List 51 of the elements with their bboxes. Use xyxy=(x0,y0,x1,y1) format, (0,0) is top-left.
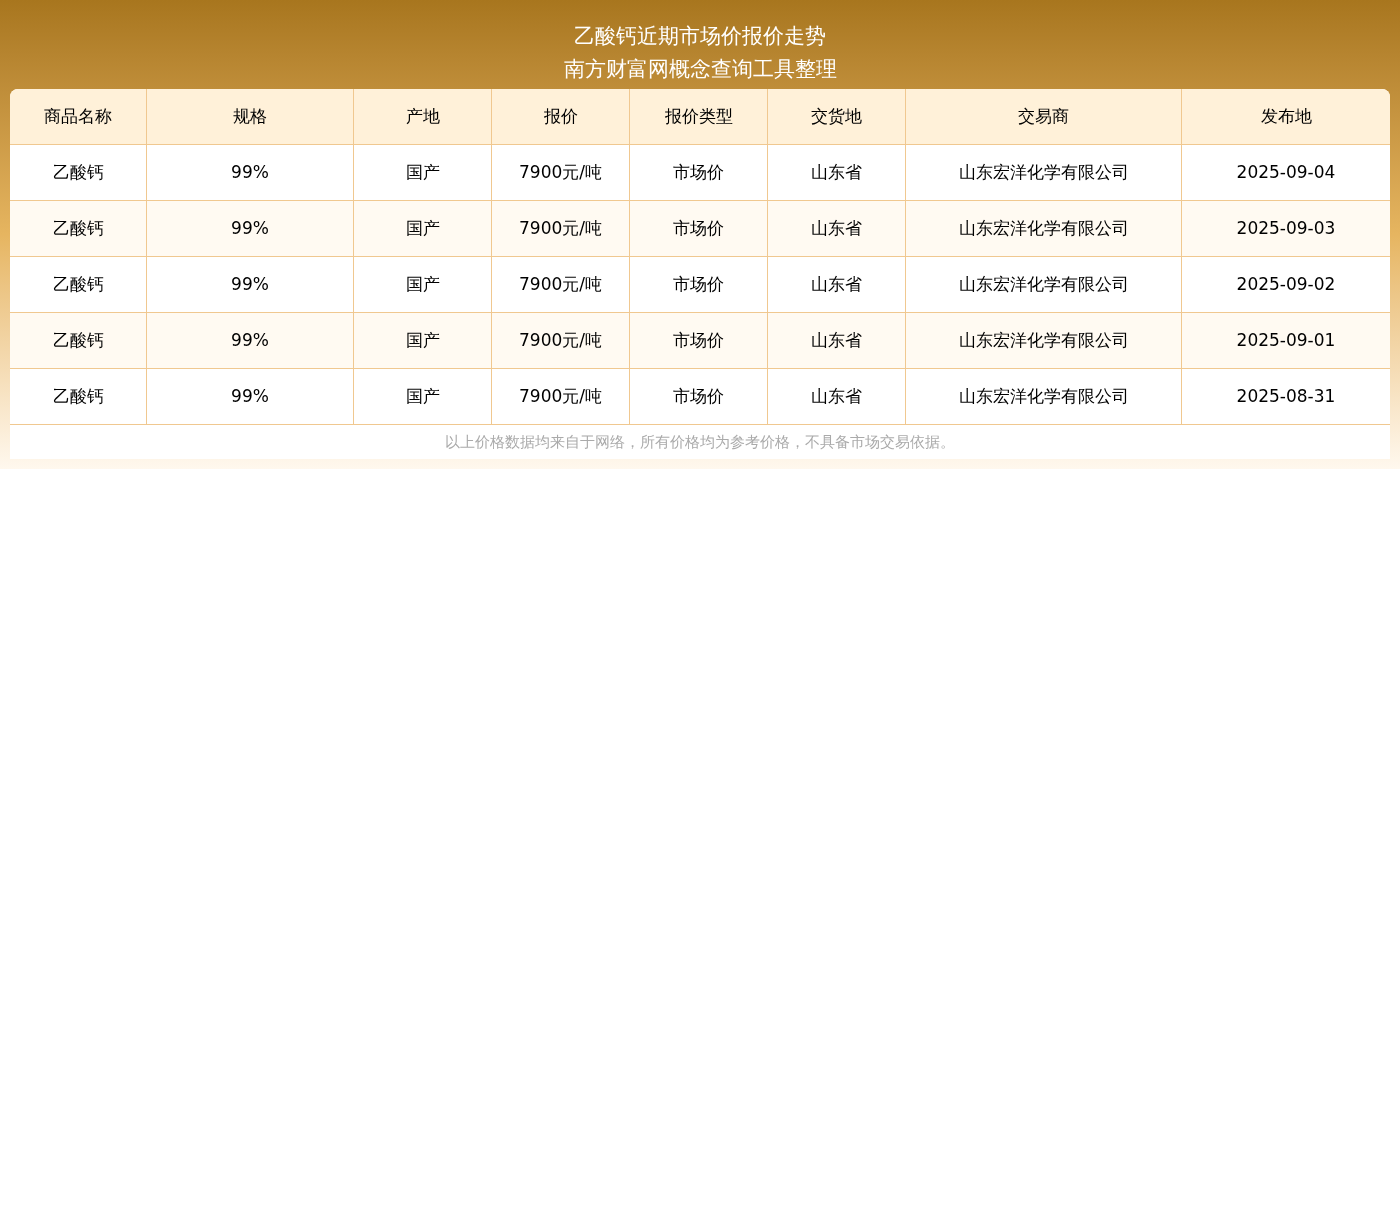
table-cell: 市场价 xyxy=(630,201,768,256)
table-cell: 7900元/吨 xyxy=(492,313,630,368)
table-cell: 乙酸钙 xyxy=(10,369,147,424)
table-cell: 国产 xyxy=(354,201,492,256)
table-cell: 山东省 xyxy=(768,201,906,256)
table-cell: 山东宏洋化学有限公司 xyxy=(906,313,1182,368)
table-cell: 山东宏洋化学有限公司 xyxy=(906,201,1182,256)
table-cell: 山东宏洋化学有限公司 xyxy=(906,257,1182,312)
table-cell: 市场价 xyxy=(630,369,768,424)
table-cell-text: 2025-09-04 xyxy=(1235,160,1337,184)
table-cell: 国产 xyxy=(354,313,492,368)
table-cell: 7900元/吨 xyxy=(492,369,630,424)
table-cell: 山东省 xyxy=(768,257,906,312)
disclaimer-note: 以上价格数据均来自于网络，所有价格均为参考价格，不具备市场交易依据。 xyxy=(445,431,955,453)
table-cell: 山东省 xyxy=(768,145,906,200)
table-cell: 山东省 xyxy=(768,313,906,368)
column-header: 规格 xyxy=(147,89,354,144)
column-header: 报价 xyxy=(492,89,630,144)
table-cell: 国产 xyxy=(354,145,492,200)
table-cell: 乙酸钙 xyxy=(10,313,147,368)
table-cell: 99% xyxy=(147,201,354,256)
table-cell: 乙酸钙 xyxy=(10,201,147,256)
table-cell: 国产 xyxy=(354,257,492,312)
column-header: 商品名称 xyxy=(10,89,147,144)
table-cell: 市场价 xyxy=(630,313,768,368)
table-cell: 99% xyxy=(147,369,354,424)
table-cell-text: 2025-09-03 xyxy=(1235,216,1337,240)
table-cell: 乙酸钙 xyxy=(10,257,147,312)
table-cell: 乙酸钙 xyxy=(10,145,147,200)
column-header: 报价类型 xyxy=(630,89,768,144)
table-cell-text: 2025-08-31 xyxy=(1235,384,1337,408)
table-cell: 山东宏洋化学有限公司 xyxy=(906,145,1182,200)
table-cell: 市场价 xyxy=(630,145,768,200)
table-cell-text: 2025-09-02 xyxy=(1235,272,1337,296)
page-title: 乙酸钙近期市场价报价走势 xyxy=(574,23,826,50)
column-header: 发布地 xyxy=(1259,104,1313,128)
page-subtitle: 南方财富网概念查询工具整理 xyxy=(563,56,837,83)
table-cell: 山东省 xyxy=(768,369,906,424)
table-cell: 99% xyxy=(147,145,354,200)
table-cell: 99% xyxy=(147,257,354,312)
column-header: 产地 xyxy=(354,89,492,144)
column-header: 交易商 xyxy=(906,89,1182,144)
table-cell: 国产 xyxy=(354,369,492,424)
table-cell: 山东宏洋化学有限公司 xyxy=(906,369,1182,424)
table-cell: 7900元/吨 xyxy=(492,257,630,312)
table-cell: 7900元/吨 xyxy=(492,201,630,256)
table-cell-text: 2025-09-01 xyxy=(1235,328,1337,352)
column-header: 交货地 xyxy=(768,89,906,144)
table-cell: 市场价 xyxy=(630,257,768,312)
table-cell: 99% xyxy=(147,313,354,368)
table-cell: 7900元/吨 xyxy=(492,145,630,200)
